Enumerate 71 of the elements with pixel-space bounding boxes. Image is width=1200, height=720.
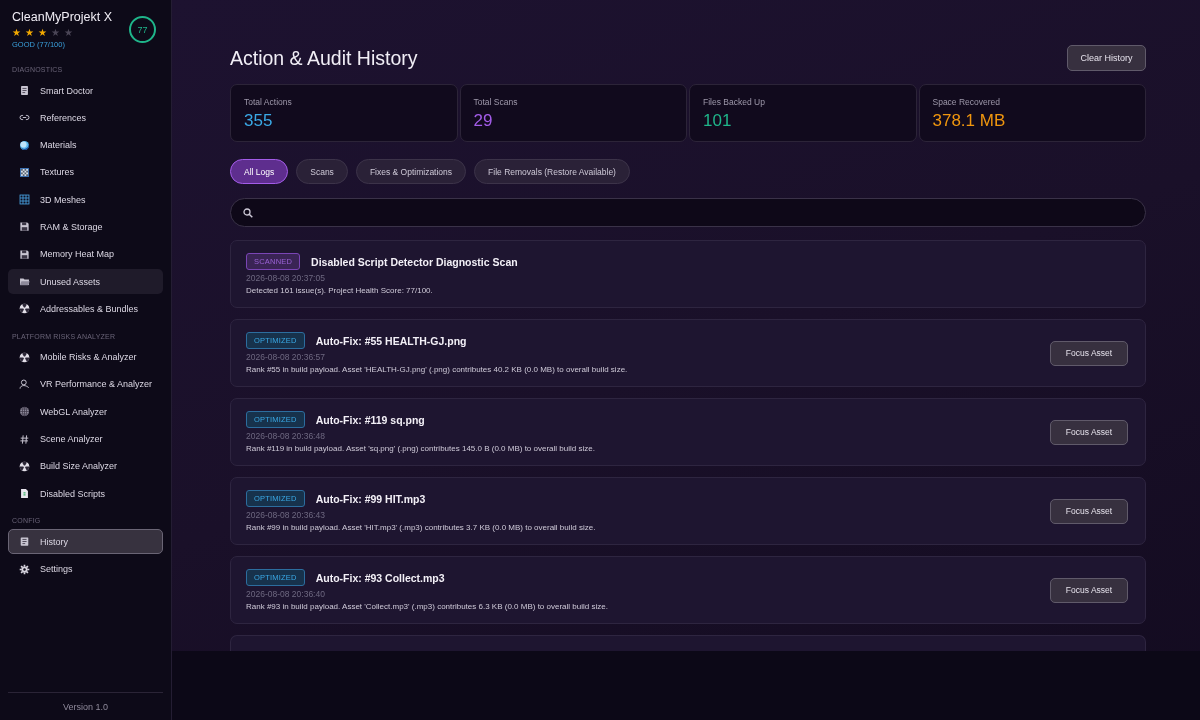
log-timestamp: 2026-08-08 20:36:48: [246, 431, 326, 441]
clear-history-button[interactable]: Clear History: [1067, 45, 1146, 71]
star-rating: ★ ★ ★ ★ ★: [12, 27, 74, 39]
search-icon: [243, 207, 253, 218]
stat-value: 355: [244, 111, 274, 131]
floppy-icon: [19, 221, 30, 233]
checker-icon: [19, 166, 30, 178]
globe-icon: [19, 406, 30, 418]
app-name: CleanMyProjekt X: [12, 10, 113, 24]
log-detail: Rank #99 in build payload. Asset 'HIT.mp3' (.mp3) contributes 3.7 KB (0.0 MB) to overall build size.: [246, 523, 597, 532]
sidebar-item[interactable]: References: [8, 105, 163, 131]
log-timestamp: 2026-08-08 20:37:05: [246, 273, 326, 283]
gear-icon: [19, 563, 30, 575]
log-detail: Detected 161 issue(s). Project Health Score: 77/100.: [246, 286, 434, 295]
filter-chip[interactable]: Fixes & Optimizations: [355, 159, 467, 184]
sidebar-item[interactable]: Addressables & Bundles: [8, 296, 163, 322]
grid-icon: [19, 194, 30, 206]
sidebar-item[interactable]: Disabled Scripts: [8, 481, 163, 507]
stat-label: Files Backed Up: [703, 97, 766, 107]
focus-asset-button[interactable]: Focus Asset: [1050, 498, 1128, 524]
document-icon: [19, 85, 30, 96]
radiation-icon: [19, 303, 30, 315]
sidebar-item[interactable]: Textures: [8, 159, 163, 185]
sidebar-item[interactable]: Mobile Risks & Analyzer: [8, 344, 163, 370]
sidebar-item[interactable]: Memory Heat Map: [8, 241, 163, 267]
document-icon: [19, 536, 30, 548]
filter-chip[interactable]: File Removals (Restore Available): [474, 159, 630, 184]
filter-chip[interactable]: Scans: [296, 159, 348, 184]
log-timestamp: 2026-08-08 20:36:57: [246, 352, 326, 362]
sidebar-item[interactable]: Settings: [8, 556, 163, 582]
log-timestamp: 2026-08-08 20:36:40: [246, 589, 326, 599]
log-timestamp: 2026-08-08 20:36:43: [246, 510, 326, 520]
filter-chip[interactable]: All Logs: [230, 159, 289, 184]
focus-asset-button[interactable]: Focus Asset: [1050, 340, 1128, 366]
log-title: Disabled Script Detector Diagnostic Scan: [311, 255, 518, 268]
sidebar-item[interactable]: Materials: [8, 132, 163, 158]
stat-value: 101: [703, 111, 733, 131]
sidebar-item[interactable]: Build Size Analyzer: [8, 453, 163, 479]
radiation-icon: [19, 460, 30, 472]
version-label: Version 1.0: [8, 692, 163, 720]
focus-asset-button[interactable]: Focus Asset: [1050, 419, 1128, 445]
log-detail: Rank #119 in build payload. Asset 'sq.png' (.png) contributes 145.0 B (0.0 MB) to overall build size.: [246, 444, 596, 453]
stat-label: Total Scans: [473, 97, 519, 107]
sidebar-item[interactable]: History: [8, 529, 163, 555]
log-title: Auto-Fix: #93 Collect.mp3: [315, 571, 445, 584]
sidebar-item[interactable]: WebGL Analyzer: [8, 399, 163, 425]
radiation-icon: [19, 351, 30, 363]
stat-value: 29: [473, 111, 494, 131]
score-ring: 77: [129, 16, 156, 43]
sphere-icon: [19, 139, 30, 151]
script-icon: [19, 488, 30, 500]
stat-value: 378.1 MB: [932, 111, 1007, 131]
sidebar-item[interactable]: 3D Meshes: [8, 187, 163, 213]
log-detail: Rank #55 in build payload. Asset 'HEALTH-GJ.png' (.png) contributes 40.2 KB (0.0 MB) to overall build size.: [246, 365, 629, 374]
focus-asset-button[interactable]: Focus Asset: [1050, 577, 1128, 603]
sidebar-item[interactable]: Scene Analyzer: [8, 426, 163, 452]
log-detail: Rank #93 in build payload. Asset 'Collect.mp3' (.mp3) contributes 6.3 KB (0.0 MB) to overall build size.: [246, 602, 609, 611]
floppy-icon: [19, 248, 30, 260]
page-title: Action & Audit History: [230, 46, 418, 70]
stat-label: Total Actions: [244, 97, 293, 107]
sidebar-item[interactable]: Unused Assets: [8, 269, 163, 295]
sidebar-item[interactable]: RAM & Storage: [8, 214, 163, 240]
search-field[interactable]: [230, 198, 1146, 227]
log-title: Auto-Fix: #99 HIT.mp3: [315, 492, 426, 505]
log-title: Auto-Fix: #55 HEALTH-GJ.png: [315, 334, 467, 347]
log-title: Auto-Fix: #119 sq.png: [315, 413, 425, 426]
folder-icon: [19, 276, 30, 288]
sidebar-item[interactable]: VR Performance & Analyzer: [8, 371, 163, 397]
sidebar-item[interactable]: Smart Doctor: [8, 78, 163, 103]
hash-icon: [19, 433, 30, 445]
stat-label: Space Recovered: [932, 97, 1002, 107]
